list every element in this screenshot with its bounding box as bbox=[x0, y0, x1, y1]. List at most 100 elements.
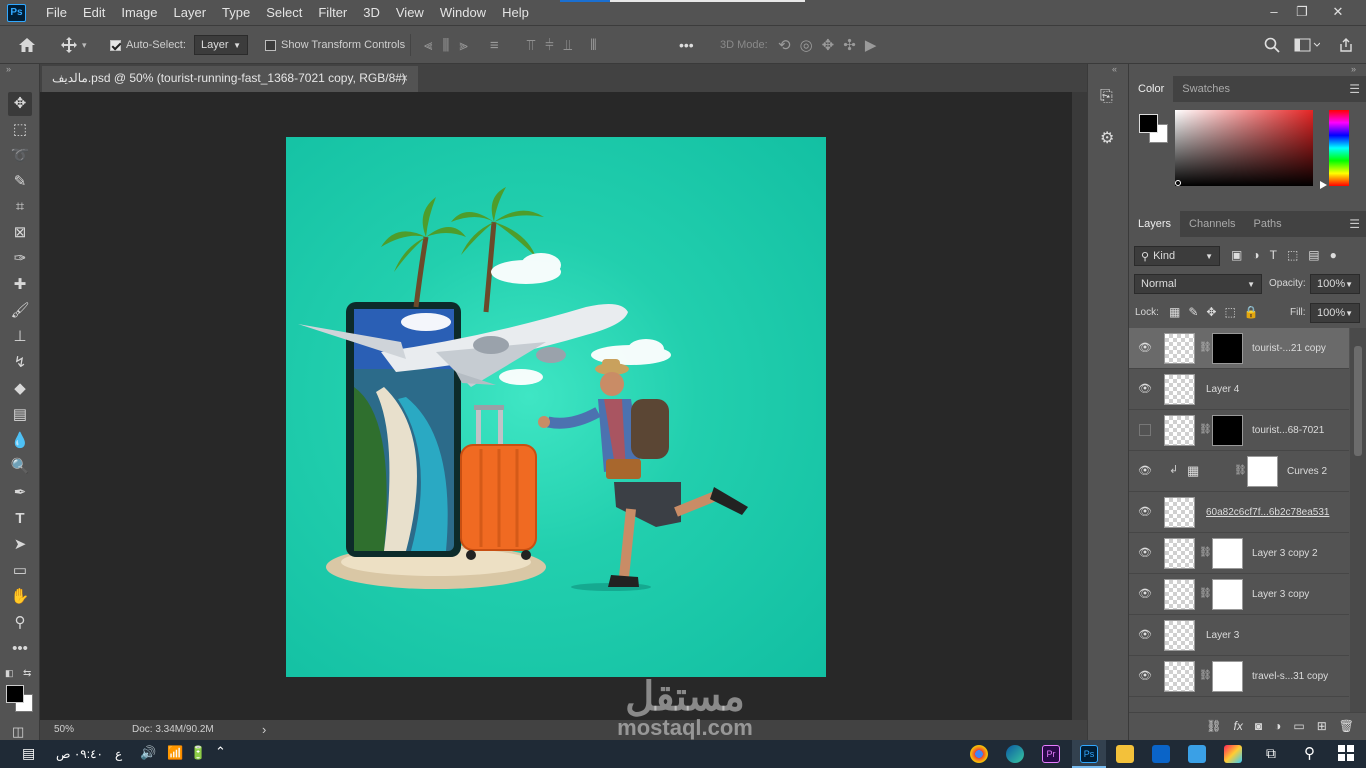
layer-row[interactable]: 👁 ⛓ tourist-...21 copy bbox=[1129, 328, 1349, 369]
layer-mask-thumbnail[interactable] bbox=[1212, 661, 1243, 692]
3d-pan-icon[interactable]: ✥ bbox=[822, 36, 835, 54]
zoom-level[interactable]: 50% bbox=[54, 724, 74, 735]
layer-name[interactable]: 60a82c6cf7f...6b2c78ea531 bbox=[1206, 492, 1329, 533]
menu-filter[interactable]: Filter bbox=[310, 0, 355, 26]
layer-name[interactable]: tourist...68-7021 bbox=[1252, 410, 1324, 451]
clone-stamp-tool-icon[interactable]: ⊥ bbox=[8, 325, 32, 349]
fill-input[interactable]: 100% ▼ bbox=[1310, 303, 1360, 323]
status-menu-arrow[interactable]: › bbox=[262, 722, 266, 737]
adjustment-filter-icon[interactable]: ◑ bbox=[1252, 248, 1259, 262]
layer-name[interactable]: Layer 3 copy 2 bbox=[1252, 533, 1318, 574]
properties-panel-icon[interactable]: ⚙ bbox=[1100, 128, 1114, 148]
layer-thumbnail[interactable] bbox=[1164, 620, 1195, 651]
trash-icon[interactable]: 🗑 bbox=[1339, 719, 1354, 740]
layer-row[interactable]: 👁 60a82c6cf7f...6b2c78ea531 bbox=[1129, 492, 1349, 533]
layer-thumbnail[interactable] bbox=[1164, 661, 1195, 692]
layer-name[interactable]: Layer 3 bbox=[1206, 615, 1239, 656]
align-middle-icon[interactable]: ⫩ bbox=[545, 37, 554, 54]
tab-swatches[interactable]: Swatches bbox=[1173, 76, 1239, 102]
tab-layers[interactable]: Layers bbox=[1129, 211, 1181, 237]
collapse-tools-icon[interactable]: » bbox=[6, 64, 11, 74]
mask-link-icon[interactable]: ⛓ bbox=[1199, 424, 1212, 435]
move-tool-icon[interactable]: ✥ bbox=[8, 92, 32, 116]
filter-toggle-icon[interactable]: ● bbox=[1330, 248, 1337, 262]
default-colors-icon[interactable]: ◧ bbox=[5, 668, 14, 679]
frame-tool-icon[interactable]: ⊠ bbox=[8, 221, 32, 245]
menu-select[interactable]: Select bbox=[258, 0, 310, 26]
mask-link-icon[interactable]: ⛓ bbox=[1199, 588, 1212, 599]
move-tool-preset-icon[interactable]: ▾ bbox=[60, 26, 87, 64]
visibility-eye-icon[interactable]: 👁 bbox=[1137, 628, 1153, 642]
align-left-icon[interactable]: ⫷ bbox=[424, 37, 432, 54]
menu-layer[interactable]: Layer bbox=[166, 0, 215, 26]
hue-slider[interactable] bbox=[1329, 110, 1349, 186]
menu-type[interactable]: Type bbox=[214, 0, 258, 26]
menu-edit[interactable]: Edit bbox=[75, 0, 113, 26]
notifications-icon[interactable]: ▤ bbox=[22, 745, 35, 762]
show-transform-check-icon[interactable] bbox=[265, 39, 276, 51]
visibility-eye-icon[interactable]: 👁 bbox=[1137, 505, 1153, 519]
3d-orbit-icon[interactable]: ⟲ bbox=[778, 36, 791, 54]
layer-thumbnail[interactable] bbox=[1164, 579, 1195, 610]
eraser-tool-icon[interactable]: ◆ bbox=[8, 377, 32, 401]
visibility-eye-icon[interactable]: 👁 bbox=[1137, 464, 1153, 478]
share-icon[interactable] bbox=[1338, 26, 1354, 64]
curves-adjustment-icon[interactable]: ▦ bbox=[1187, 463, 1199, 479]
edge-icon[interactable] bbox=[1006, 745, 1024, 763]
vertical-scrollbar[interactable] bbox=[1072, 92, 1087, 720]
visibility-eye-icon[interactable]: 👁 bbox=[1137, 382, 1153, 396]
mask-icon[interactable]: ◙ bbox=[1255, 719, 1262, 740]
shape-filter-icon[interactable]: ⬚ bbox=[1287, 248, 1298, 262]
type-tool-icon[interactable]: T bbox=[8, 507, 32, 531]
lasso-tool-icon[interactable]: ➰ bbox=[8, 144, 32, 168]
mask-link-icon[interactable]: ⛓ bbox=[1199, 670, 1212, 681]
mask-link-icon[interactable]: ⛓ bbox=[1199, 342, 1212, 353]
history-panel-icon[interactable]: ⎘ bbox=[1100, 88, 1113, 106]
crop-tool-icon[interactable]: ⌗ bbox=[8, 195, 32, 219]
show-transform-controls-checkbox[interactable]: Show Transform Controls bbox=[265, 26, 405, 64]
close-document-icon[interactable]: × bbox=[401, 66, 408, 90]
layer-name[interactable]: Layer 3 copy bbox=[1252, 574, 1309, 615]
layer-row[interactable]: 👁 ↲ ▦ ⛓ Curves 2 bbox=[1129, 451, 1349, 492]
layer-mask-thumbnail[interactable] bbox=[1212, 333, 1243, 364]
document-canvas[interactable] bbox=[286, 137, 826, 677]
visibility-eye-icon[interactable]: 👁 bbox=[1137, 341, 1153, 355]
layer-mask-thumbnail[interactable] bbox=[1212, 538, 1243, 569]
layer-mask-thumbnail[interactable] bbox=[1212, 415, 1243, 446]
3d-roll-icon[interactable]: ◎ bbox=[800, 36, 813, 54]
mask-link-icon[interactable]: ⛓ bbox=[1199, 547, 1212, 558]
adjustment-icon[interactable]: ◑ bbox=[1274, 719, 1281, 740]
premiere-icon[interactable]: Pr bbox=[1042, 745, 1060, 763]
quick-mask-icon[interactable]: ◫ bbox=[12, 724, 24, 740]
layer-thumbnail[interactable] bbox=[1164, 333, 1195, 364]
chrome-icon[interactable] bbox=[970, 745, 988, 763]
collapse-panels-icon[interactable]: « bbox=[1112, 64, 1117, 74]
battery-icon[interactable]: 🔋 bbox=[190, 745, 206, 761]
restore-button[interactable]: ❐ bbox=[1284, 0, 1320, 26]
zoom-tool-icon[interactable]: ⚲ bbox=[8, 611, 32, 635]
lock-pixels-icon[interactable]: ✎ bbox=[1188, 305, 1198, 319]
distribute-vertical-icon[interactable]: ≡ bbox=[490, 37, 499, 54]
align-center-icon[interactable]: ⫼ bbox=[442, 37, 449, 54]
lock-position-icon[interactable]: ✥ bbox=[1206, 305, 1216, 319]
lock-transparency-icon[interactable]: ▦ bbox=[1169, 305, 1180, 319]
document-tab[interactable]: مالديف.psd @ 50% (tourist-running-fast_1… bbox=[42, 66, 418, 92]
blur-tool-icon[interactable]: 💧 bbox=[8, 429, 32, 453]
link-icon[interactable]: ⛓ bbox=[1206, 719, 1221, 740]
task-view-icon[interactable]: ⧉ bbox=[1266, 745, 1276, 762]
quick-select-tool-icon[interactable]: ✎ bbox=[8, 170, 32, 194]
layer-row[interactable]: 👁 ⛓ Layer 3 copy 2 bbox=[1129, 533, 1349, 574]
copilot-icon[interactable] bbox=[1224, 745, 1242, 763]
taskbar-language[interactable]: ع bbox=[115, 747, 122, 761]
windows-start-icon[interactable] bbox=[1338, 745, 1354, 761]
menu-image[interactable]: Image bbox=[113, 0, 165, 26]
layers-scrollbar[interactable] bbox=[1350, 328, 1366, 712]
layer-filter-kind-dropdown[interactable]: ⚲ Kind ▼ bbox=[1134, 246, 1220, 266]
more-options-button[interactable]: ••• bbox=[679, 26, 694, 64]
gradient-tool-icon[interactable]: ▤ bbox=[8, 403, 32, 427]
photoshop-taskbar-icon[interactable]: Ps bbox=[1080, 745, 1098, 763]
store-icon[interactable] bbox=[1188, 745, 1206, 763]
pen-tool-icon[interactable]: ✒ bbox=[8, 481, 32, 505]
distribute-horizontal-icon[interactable]: ⦀ bbox=[590, 37, 597, 54]
wifi-icon[interactable]: 📶 bbox=[167, 745, 183, 761]
